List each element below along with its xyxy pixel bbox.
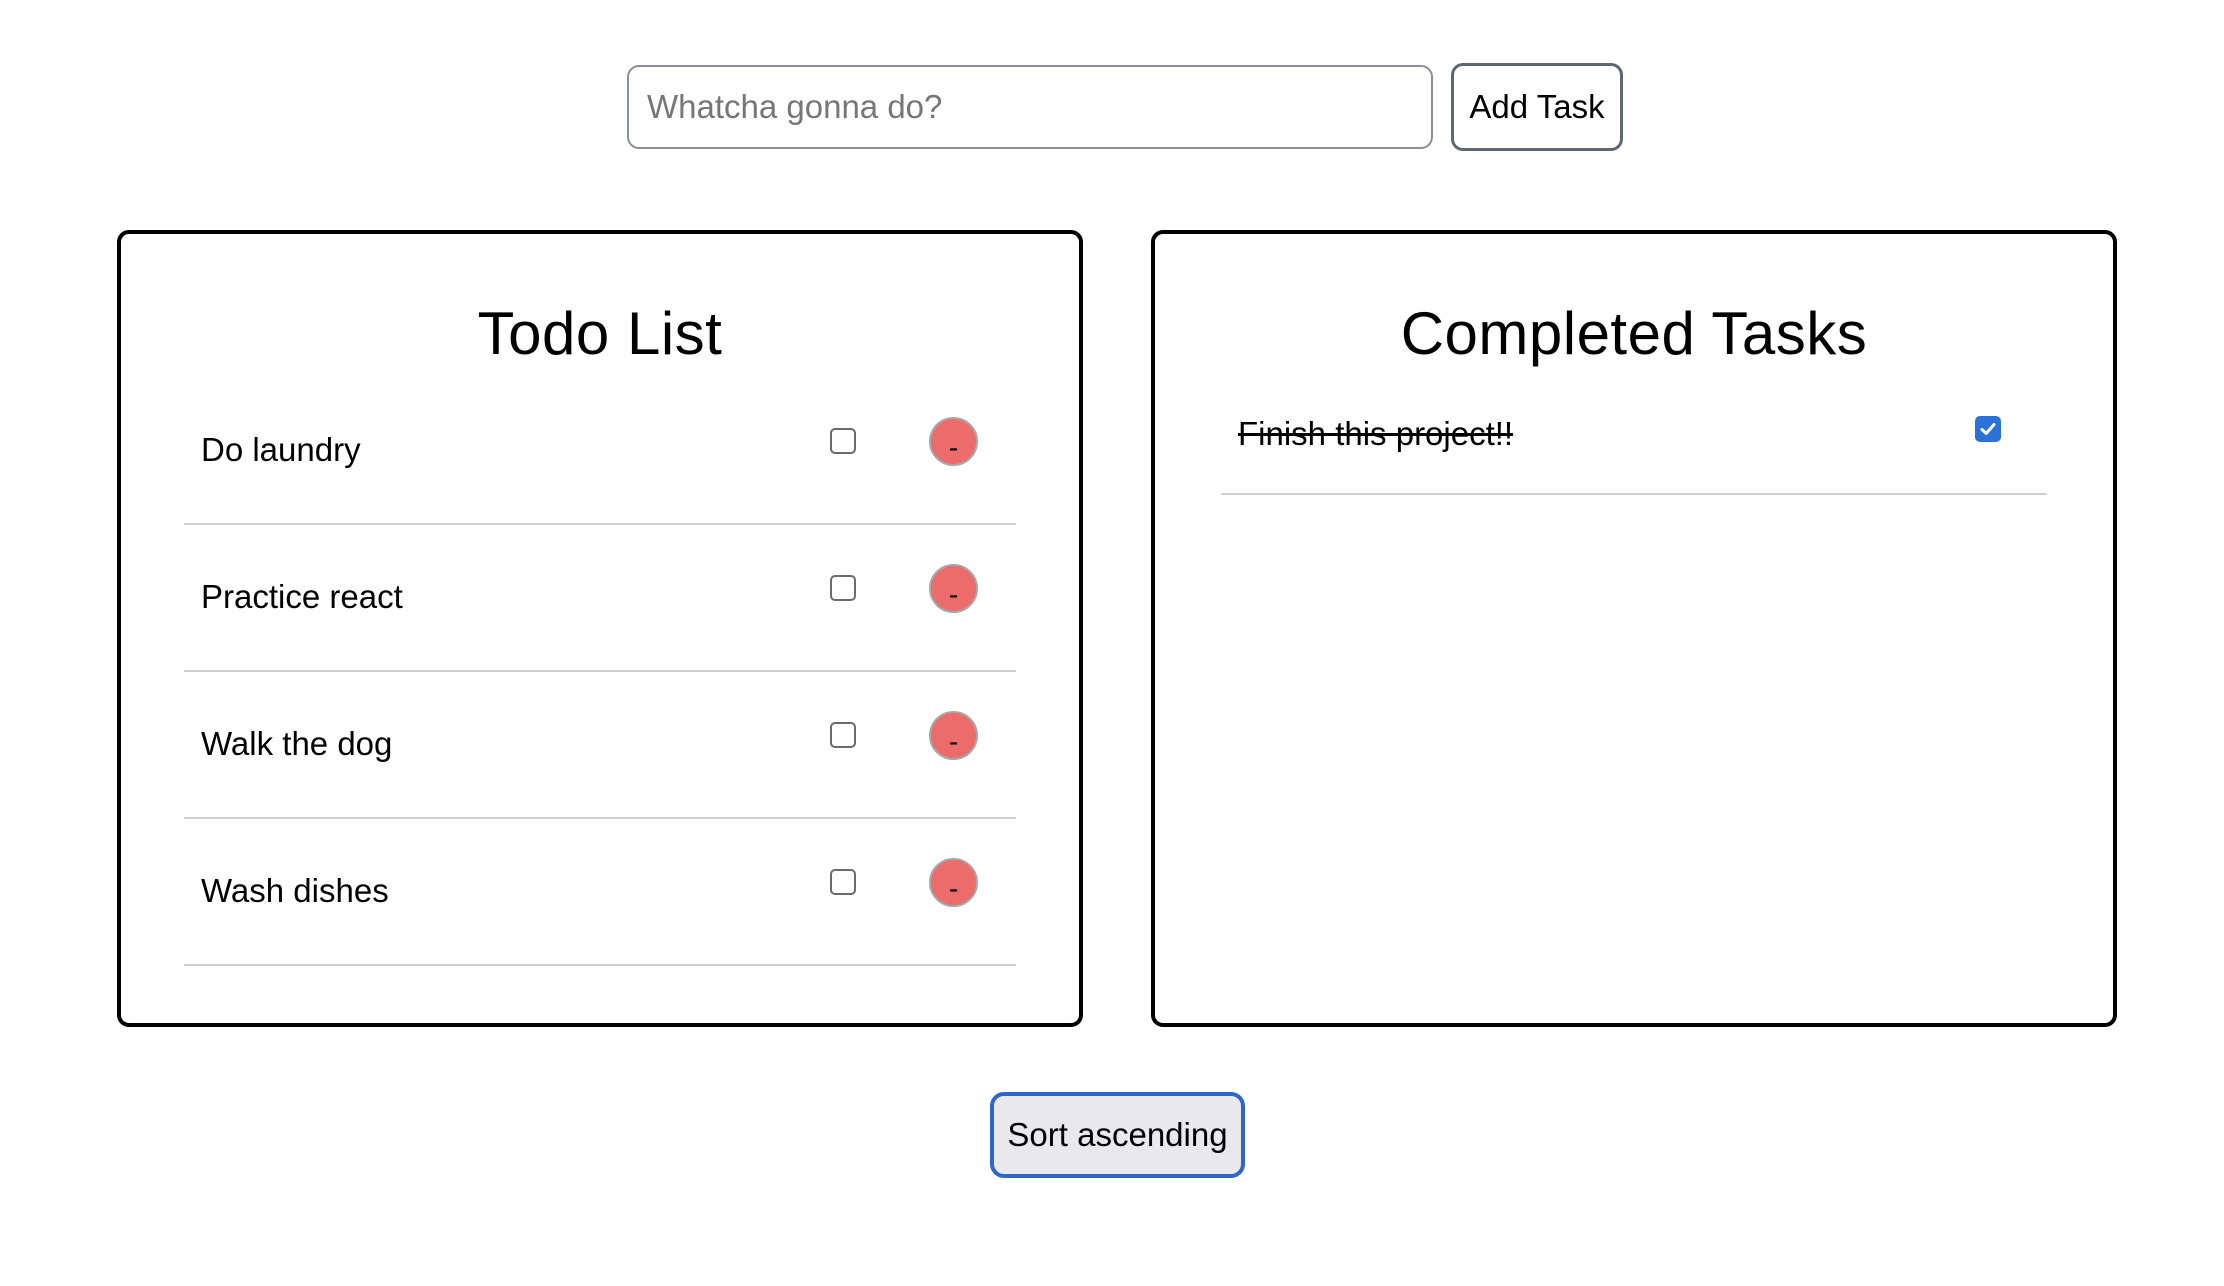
- todo-item: Practice react -: [184, 525, 1016, 672]
- completed-tasks-panel: Completed Tasks Finish this project!!: [1151, 230, 2117, 1027]
- todo-list-title: Todo List: [477, 300, 723, 367]
- todo-app: Add Task Todo List Do laundry - Practice…: [0, 0, 2224, 1286]
- completed-tasks-title: Completed Tasks: [1400, 300, 1868, 367]
- remove-task-button[interactable]: -: [929, 858, 978, 907]
- todo-item: Walk the dog -: [184, 672, 1016, 819]
- add-task-button[interactable]: Add Task: [1451, 63, 1623, 151]
- todo-item-label: Practice react: [201, 578, 403, 615]
- todo-item: Wash dishes -: [184, 819, 1016, 966]
- completed-item-checkbox[interactable]: [1975, 416, 2001, 442]
- sort-ascending-button[interactable]: Sort ascending: [990, 1092, 1245, 1178]
- completed-item-label: Finish this project!!: [1238, 415, 1514, 452]
- todo-item-checkbox[interactable]: [830, 575, 856, 601]
- todo-item-checkbox[interactable]: [830, 428, 856, 454]
- todo-item-checkbox[interactable]: [830, 722, 856, 748]
- remove-task-button[interactable]: -: [929, 417, 978, 466]
- todo-item: Do laundry -: [184, 378, 1016, 525]
- todo-item-label: Wash dishes: [201, 872, 389, 909]
- completed-task-list: Finish this project!!: [1221, 378, 2047, 495]
- remove-task-button[interactable]: -: [929, 711, 978, 760]
- completed-item: Finish this project!!: [1221, 378, 2047, 495]
- checkmark-icon: [1980, 423, 1996, 435]
- todo-task-list: Do laundry - Practice react - Walk the d…: [184, 378, 1016, 966]
- todo-list-panel: Todo List Do laundry - Practice react - …: [117, 230, 1083, 1027]
- todo-item-checkbox[interactable]: [830, 869, 856, 895]
- todo-item-label: Walk the dog: [201, 725, 393, 762]
- add-task-bar: Add Task: [627, 63, 1623, 151]
- task-input[interactable]: [627, 65, 1433, 149]
- todo-item-label: Do laundry: [201, 431, 361, 468]
- remove-task-button[interactable]: -: [929, 564, 978, 613]
